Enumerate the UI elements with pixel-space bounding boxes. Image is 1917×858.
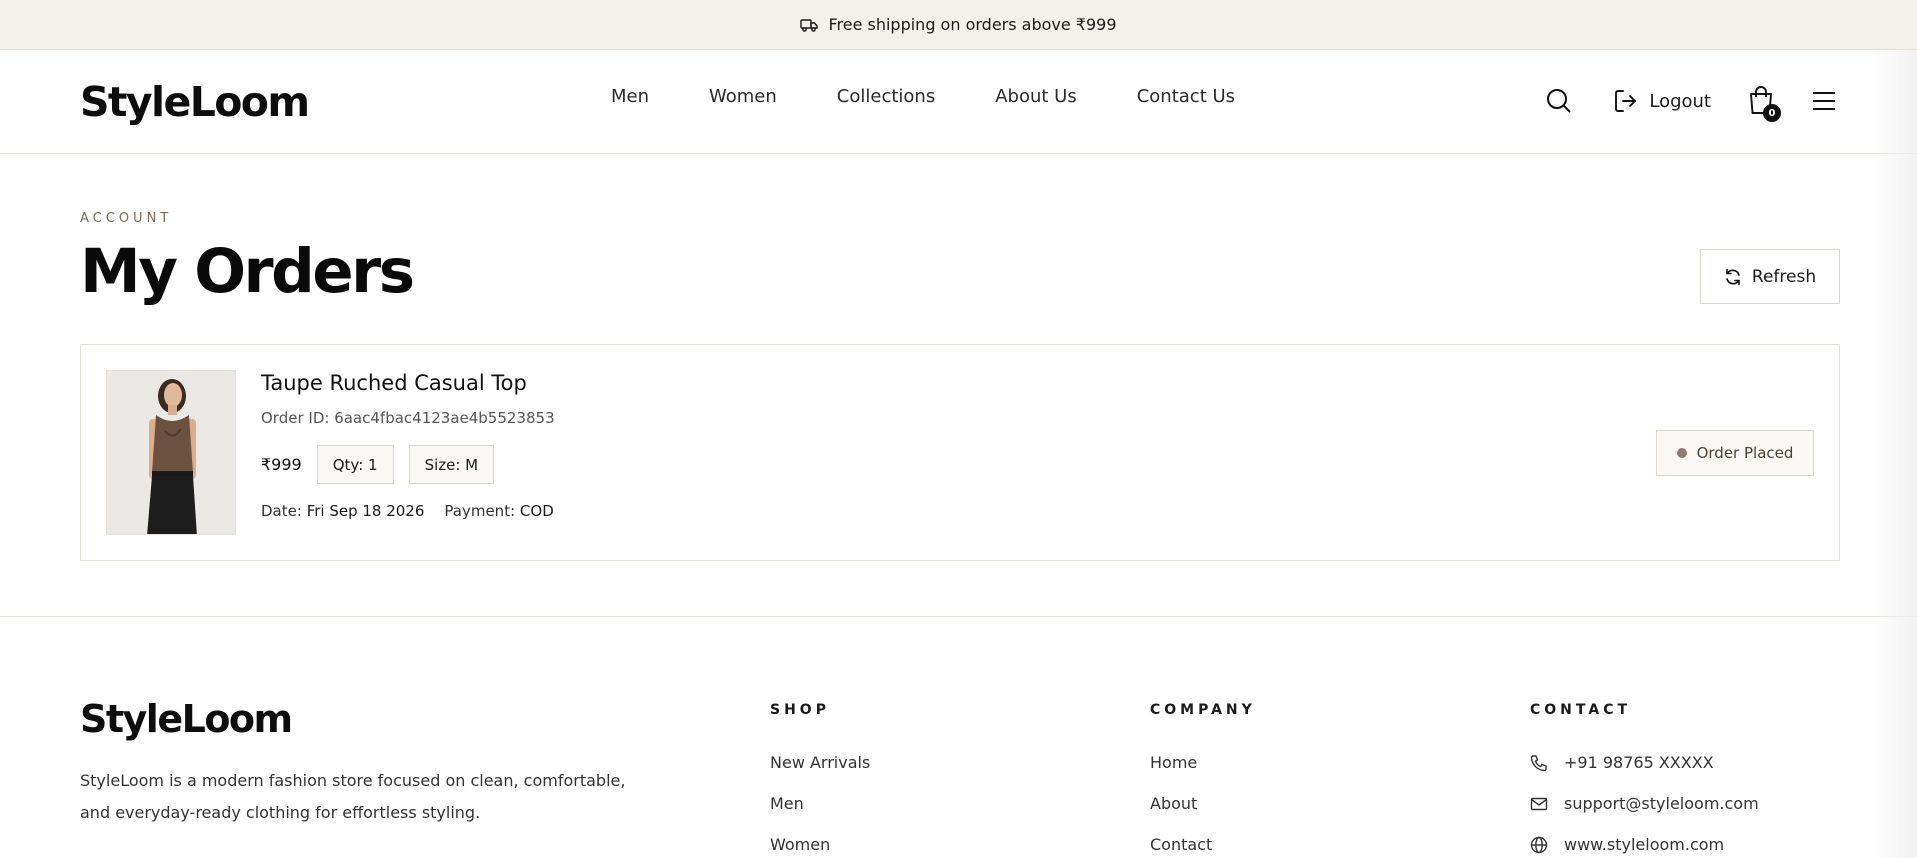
footer-link-home[interactable]: Home <box>1150 742 1256 783</box>
refresh-button[interactable]: Refresh <box>1700 249 1840 304</box>
footer-about-text: StyleLoom is a modern fashion store focu… <box>80 771 626 822</box>
truck-icon <box>800 18 819 32</box>
hamburger-menu-icon <box>1813 92 1835 110</box>
announcement-text: Free shipping on orders above ₹999 <box>828 15 1117 34</box>
footer-contact-heading: CONTACT <box>1530 702 1632 718</box>
footer-phone-text: +91 98765 XXXXX <box>1564 753 1714 772</box>
mail-icon <box>1530 797 1548 810</box>
order-details-row: ₹999 Qty: 1 Size: M <box>261 445 555 484</box>
section-eyebrow: ACCOUNT <box>80 211 173 226</box>
nav-men[interactable]: Men <box>611 86 649 107</box>
size-chip: Size: M <box>408 445 495 484</box>
footer-company-column: COMPANY Home About Contact <box>1150 702 1256 858</box>
order-payment: Payment: COD <box>444 502 553 520</box>
site-header: StyleLoom Men Women Collections About Us… <box>0 50 1917 154</box>
nav-about-us[interactable]: About Us <box>995 86 1077 107</box>
logout-icon <box>1615 90 1637 112</box>
nav-women[interactable]: Women <box>709 86 777 107</box>
phone-icon <box>1530 754 1547 771</box>
cart-count-badge: 0 <box>1763 104 1781 122</box>
menu-button[interactable] <box>1811 90 1837 112</box>
date-label: Date: <box>261 502 302 520</box>
nav-collections[interactable]: Collections <box>837 86 935 107</box>
search-button[interactable] <box>1545 87 1573 115</box>
order-card[interactable]: Taupe Ruched Casual Top Order ID: 6aac4f… <box>80 344 1840 561</box>
date-value: Fri Sep 18 2026 <box>306 502 425 520</box>
footer-shop-column: SHOP New Arrivals Men Women <box>770 702 870 858</box>
footer-link-contact[interactable]: Contact <box>1150 824 1256 858</box>
footer-email-text: support@styleloom.com <box>1564 794 1759 813</box>
order-info: Taupe Ruched Casual Top Order ID: 6aac4f… <box>261 371 555 520</box>
product-thumbnail[interactable] <box>106 370 236 535</box>
site-footer: StyleLoom StyleLoom is a modern fashion … <box>0 616 1917 858</box>
footer-shop-heading: SHOP <box>770 702 830 718</box>
refresh-icon <box>1726 268 1740 285</box>
footer-company-heading: COMPANY <box>1150 702 1256 718</box>
order-price: ₹999 <box>261 455 302 474</box>
footer-link-about[interactable]: About <box>1150 783 1256 824</box>
order-date: Date: Fri Sep 18 2026 <box>261 502 424 520</box>
logout-button[interactable]: Logout <box>1613 88 1711 114</box>
footer-phone[interactable]: +91 98765 XXXXX <box>1530 742 1759 783</box>
brand-logo[interactable]: StyleLoom <box>80 78 310 126</box>
payment-value: COD <box>519 502 554 520</box>
logout-label: Logout <box>1649 90 1711 112</box>
announcement-bar: Free shipping on orders above ₹999 <box>0 0 1917 50</box>
product-image <box>107 371 235 534</box>
order-status-badge: Order Placed <box>1656 430 1814 476</box>
footer-website-text: www.styleloom.com <box>1564 835 1725 854</box>
footer-contact-column: CONTACT +91 98765 XXXXX support@styleloo… <box>1530 702 1759 858</box>
footer-link-men[interactable]: Men <box>770 783 870 824</box>
order-meta: Date: Fri Sep 18 2026 Payment: COD <box>261 502 555 520</box>
footer-website[interactable]: www.styleloom.com <box>1530 824 1759 858</box>
footer-email[interactable]: support@styleloom.com <box>1530 783 1759 824</box>
footer-link-women[interactable]: Women <box>770 824 870 858</box>
product-name[interactable]: Taupe Ruched Casual Top <box>261 371 555 395</box>
page-title: My Orders <box>80 236 415 307</box>
refresh-label: Refresh <box>1751 266 1817 287</box>
order-status-text: Order Placed <box>1696 444 1794 462</box>
order-id: Order ID: 6aac4fbac4123ae4b5523853 <box>261 409 555 427</box>
search-icon <box>1547 89 1572 113</box>
header-actions: Logout 0 <box>1545 86 1837 122</box>
footer-logo[interactable]: StyleLoom <box>80 697 293 741</box>
main-nav: Men Women Collections About Us Contact U… <box>611 86 1235 107</box>
nav-contact-us[interactable]: Contact Us <box>1137 86 1235 107</box>
cart-button[interactable]: 0 <box>1747 86 1781 122</box>
globe-icon <box>1530 836 1548 853</box>
qty-chip: Qty: 1 <box>316 445 394 484</box>
status-dot-icon <box>1676 448 1687 458</box>
payment-label: Payment: <box>444 502 516 520</box>
footer-link-new-arrivals[interactable]: New Arrivals <box>770 742 870 783</box>
